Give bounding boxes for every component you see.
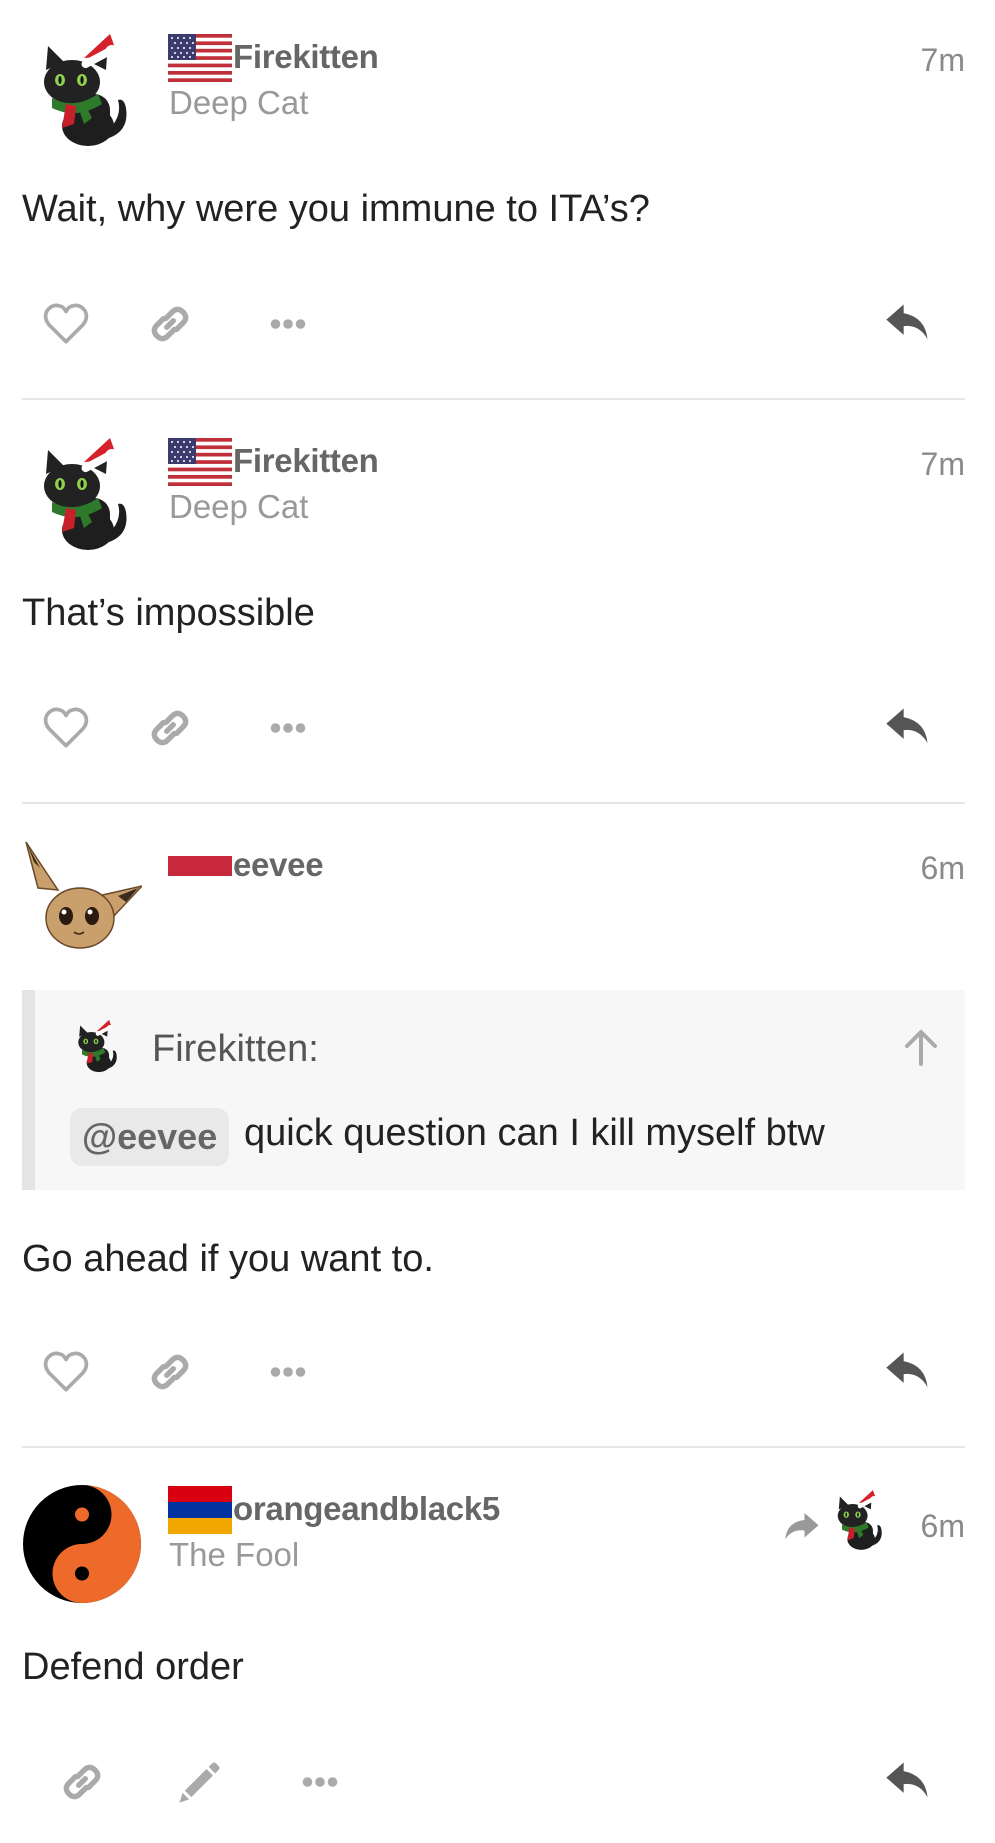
reply-arrow-icon [785, 1513, 819, 1540]
more-button[interactable] [258, 698, 318, 758]
pencil-icon [174, 1756, 226, 1808]
user-title: The Fool [169, 1536, 300, 1573]
more-button[interactable] [258, 294, 318, 354]
post-actions [0, 294, 995, 364]
link-icon [144, 298, 196, 350]
yin-yang-avatar[interactable] [22, 1484, 142, 1604]
link-icon [144, 1346, 196, 1398]
username[interactable]: Firekitten [233, 442, 379, 480]
user-title: Deep Cat [169, 84, 309, 121]
quote-avatar[interactable] [68, 1018, 124, 1074]
post-body: Defend order [22, 1646, 244, 1688]
post-actions [0, 1752, 995, 1822]
heart-icon [41, 1347, 91, 1397]
post-actions [0, 1342, 995, 1412]
reply-button[interactable] [878, 1752, 938, 1812]
username[interactable]: orangeandblack5 [233, 1490, 500, 1528]
armenia-flag-icon [168, 1486, 232, 1534]
ellipsis-icon [263, 703, 313, 753]
us-flag-icon [168, 34, 232, 82]
share-link-button[interactable] [140, 294, 200, 354]
reply-button[interactable] [878, 1342, 938, 1402]
avatar[interactable] [22, 838, 145, 958]
ellipsis-icon [263, 299, 313, 349]
reply-button[interactable] [878, 294, 938, 354]
more-button[interactable] [290, 1752, 350, 1812]
share-link-button[interactable] [140, 698, 200, 758]
quote-text: quick question can I kill myself btw [244, 1112, 825, 1154]
reply-icon [882, 298, 934, 350]
divider [22, 398, 965, 400]
post-time[interactable]: 7m [921, 42, 965, 79]
reply-to-avatar [826, 1484, 890, 1556]
divider [22, 1446, 965, 1448]
mention-tag[interactable]: @eevee [70, 1108, 230, 1166]
post-time[interactable]: 6m [921, 850, 965, 887]
post-body: Wait, why were you immune to ITA’s? [22, 188, 650, 230]
heart-icon [41, 299, 91, 349]
reply-to-indicator[interactable] [780, 1484, 890, 1556]
reply-icon [882, 702, 934, 754]
post-time[interactable]: 6m [921, 1508, 965, 1545]
link-icon [144, 702, 196, 754]
us-flag-icon [168, 438, 232, 486]
more-button[interactable] [258, 1342, 318, 1402]
link-icon [56, 1756, 108, 1808]
user-title: Deep Cat [169, 488, 309, 525]
reply-icon [882, 1756, 934, 1808]
username[interactable]: eevee [233, 846, 324, 884]
arrow-up-icon[interactable] [897, 1024, 945, 1072]
share-link-button[interactable] [52, 1752, 112, 1812]
like-button[interactable] [36, 698, 96, 758]
reply-icon [882, 1346, 934, 1398]
red-flag-icon [168, 856, 232, 876]
post-time[interactable]: 7m [921, 446, 965, 483]
like-button[interactable] [36, 294, 96, 354]
avatar[interactable] [22, 30, 142, 150]
edit-button[interactable] [170, 1752, 230, 1812]
reply-button[interactable] [878, 698, 938, 758]
avatar[interactable] [22, 434, 142, 554]
ellipsis-icon [295, 1757, 345, 1807]
share-link-button[interactable] [140, 1342, 200, 1402]
username[interactable]: Firekitten [233, 38, 379, 76]
like-button[interactable] [36, 1342, 96, 1402]
ellipsis-icon [263, 1347, 313, 1397]
divider [22, 802, 965, 804]
heart-icon [41, 703, 91, 753]
post-body: That’s impossible [22, 592, 315, 634]
quote-bar [22, 990, 35, 1190]
post-actions [0, 698, 995, 768]
post-body: Go ahead if you want to. [22, 1238, 434, 1280]
quote-block: Firekitten: @eevee quick question can I … [22, 990, 965, 1190]
quote-author: Firekitten: [152, 1028, 319, 1070]
